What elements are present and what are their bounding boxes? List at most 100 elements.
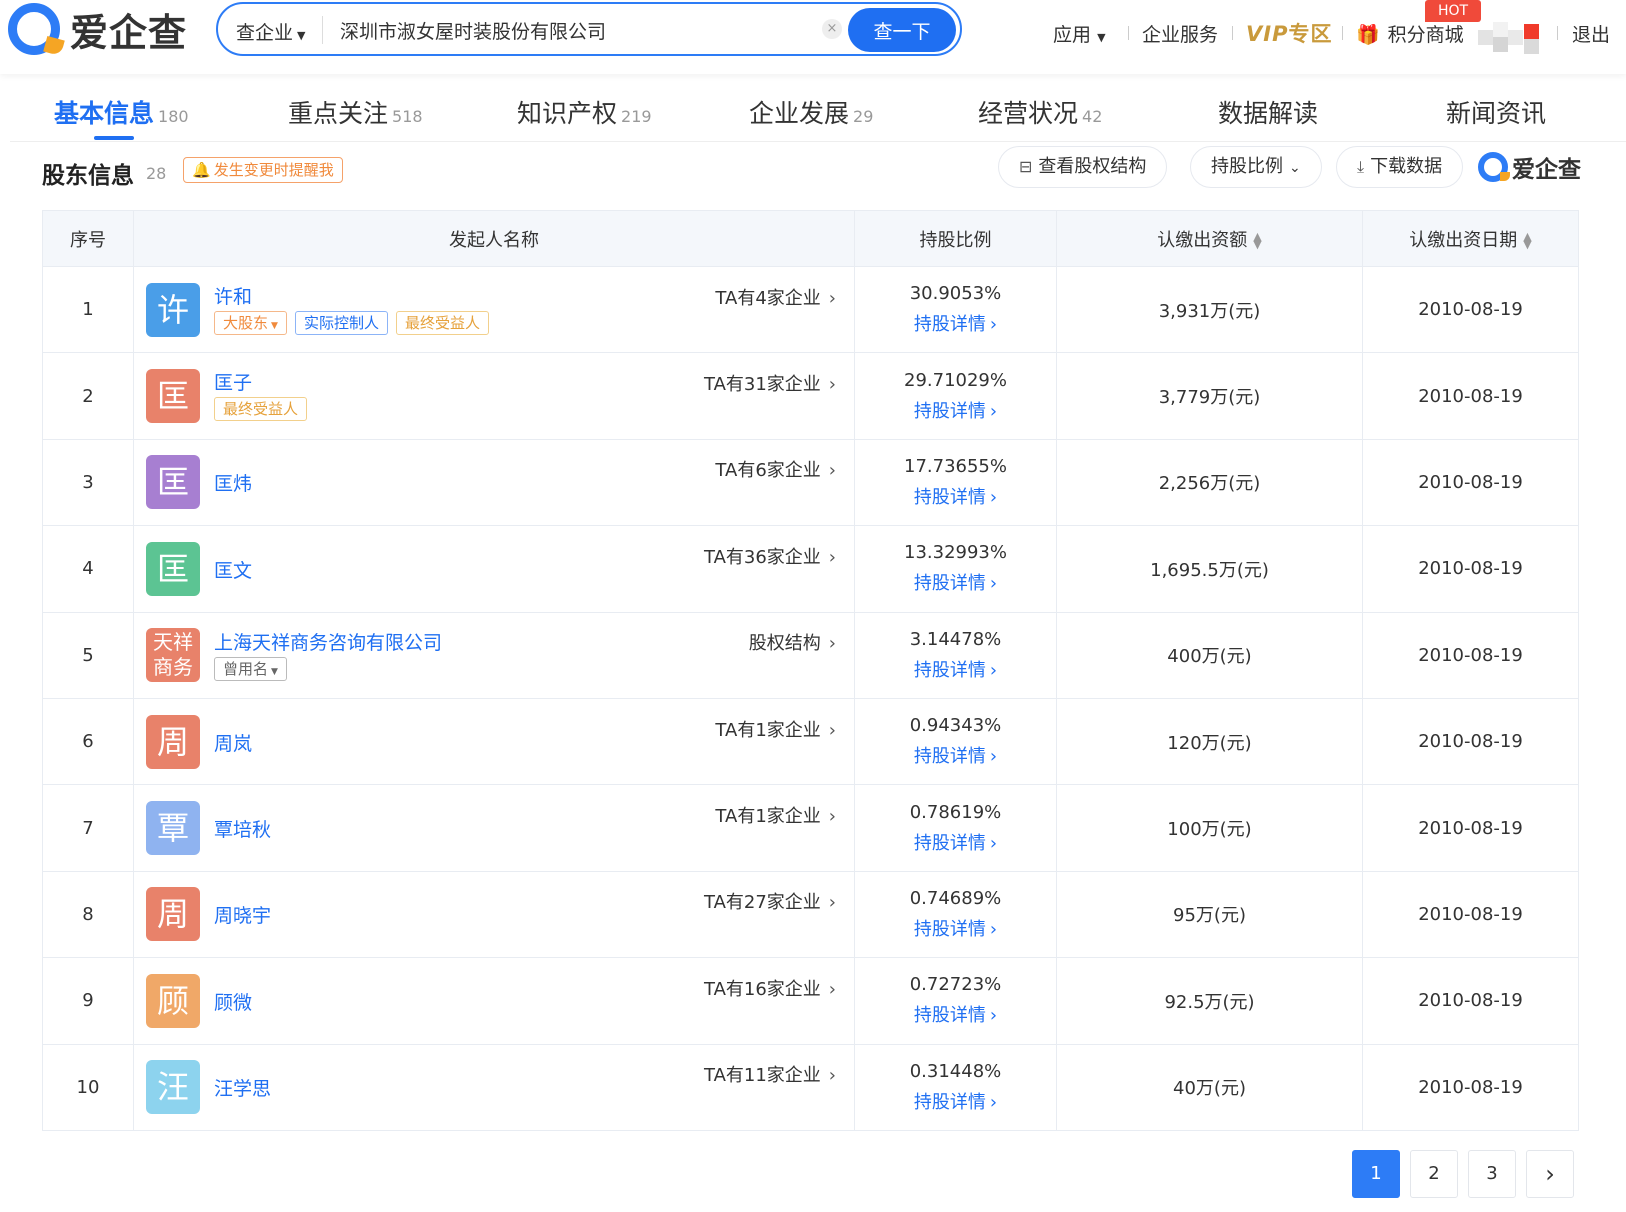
chevron-right-icon: › [828, 1065, 836, 1087]
holding-detail-link[interactable]: 持股详情 › [914, 742, 997, 768]
nav-divider [1342, 26, 1343, 40]
sort-icon[interactable]: ▲ ▼ [1523, 231, 1531, 250]
tab-label: 数据解读 [1218, 99, 1319, 128]
search-button[interactable]: 查一下 [848, 8, 956, 52]
search-input[interactable] [340, 14, 780, 46]
related-label: TA有1家企业 [715, 719, 821, 741]
search-box: 查企业▼ × 查一下 [216, 2, 962, 56]
site-logo[interactable]: 爱企查 [8, 2, 187, 56]
page-1-button[interactable]: 1 [1352, 1150, 1400, 1198]
clear-icon[interactable]: × [822, 19, 842, 39]
holder-name-link[interactable]: 匡炜 [214, 469, 252, 496]
holder-name-link[interactable]: 上海天祥商务咨询有限公司 [214, 628, 442, 655]
nav-enterprise-service[interactable]: 企业服务 [1142, 20, 1218, 47]
tag-label: 大股东 [223, 314, 269, 332]
holding-detail-link[interactable]: 持股详情 › [914, 310, 997, 336]
holder-name-link[interactable]: 匡文 [214, 556, 252, 583]
detail-label: 持股详情 [913, 400, 986, 422]
tab-development[interactable]: 企业发展 29 [749, 94, 873, 130]
nav-vip-zone[interactable]: VIP专区 [1246, 18, 1332, 48]
holder-name-link[interactable]: 周岚 [214, 729, 252, 756]
nav-apps-label: 应用 [1053, 24, 1092, 46]
holder-tag[interactable]: 曾用名 ▼ [214, 656, 287, 681]
ratio-cell: 30.9053% 持股详情 › [854, 265, 1057, 354]
holder-name-link[interactable]: 周晓宇 [214, 901, 271, 928]
related-enterprises-link[interactable]: TA有27家企业 › [704, 888, 836, 914]
sort-icon[interactable]: ▲ ▼ [1253, 231, 1261, 250]
caret-down-icon: ▼ [271, 666, 278, 677]
page-3-button[interactable]: 3 [1468, 1150, 1516, 1198]
user-avatar[interactable] [1478, 22, 1540, 54]
header-amount[interactable]: 认缴出资额 ▲ ▼ [1056, 210, 1363, 267]
holding-detail-link[interactable]: 持股详情 › [914, 483, 997, 509]
tab-basic-info[interactable]: 基本信息 180 [54, 94, 189, 130]
holder-avatar: 许 [146, 282, 200, 337]
row-index: 6 [42, 697, 134, 786]
holder-name-link[interactable]: 许和 [214, 282, 252, 309]
download-data-button[interactable]: ⤓ 下载数据 [1336, 146, 1464, 188]
related-enterprises-link[interactable]: TA有16家企业 › [704, 975, 836, 1001]
table-row: 1 许许和 大股东 ▼ 实际控制人 最终受益人 TA有4家企业 › 30.9053% 持股详情 › 3… [42, 265, 1579, 354]
holding-detail-link[interactable]: 持股详情 › [914, 1001, 997, 1027]
tab-ip[interactable]: 知识产权 219 [517, 94, 652, 130]
chevron-right-icon: › [989, 1091, 998, 1113]
tab-operations[interactable]: 经营状况 42 [978, 94, 1102, 130]
related-enterprises-link[interactable]: 股权结构 › [749, 629, 836, 655]
amount-cell: 92.5万(元) [1056, 957, 1363, 1045]
holder-name-link[interactable]: 汪学思 [214, 1074, 271, 1101]
related-enterprises-link[interactable]: TA有1家企业 › [715, 716, 836, 742]
date-cell: 2010-08-19 [1362, 611, 1579, 699]
date-cell: 2010-08-19 [1362, 265, 1579, 354]
related-enterprises-link[interactable]: TA有1家企业 › [715, 802, 836, 828]
holder-tag[interactable]: 大股东 ▼ [214, 311, 287, 335]
holding-detail-link[interactable]: 持股详情 › [914, 569, 997, 595]
holder-name-link[interactable]: 顾微 [214, 988, 252, 1015]
tab-data-insight[interactable]: 数据解读 [1218, 94, 1318, 130]
logout-link[interactable]: 退出 [1572, 20, 1610, 47]
nav-apps[interactable]: 应用 ▼ [1053, 20, 1106, 47]
change-remind-button[interactable]: 🔔 发生变更时提醒我 [183, 157, 343, 183]
holder-tag: 最终受益人 [214, 397, 308, 422]
view-equity-structure-button[interactable]: ⊟ 查看股权结构 [998, 146, 1168, 188]
row-index: 5 [42, 611, 134, 699]
tab-news[interactable]: 新闻资讯 [1446, 94, 1546, 130]
nav-points-mall[interactable]: 🎁 积分商城 [1356, 20, 1464, 47]
holder-name-link[interactable]: 覃培秋 [214, 815, 271, 842]
nav-divider [1128, 26, 1129, 40]
avatar-text: 匡 [156, 377, 189, 416]
row-index: 9 [42, 957, 134, 1045]
date-cell: 2010-08-19 [1362, 352, 1579, 440]
related-enterprises-link[interactable]: TA有36家企业 › [704, 543, 836, 569]
related-enterprises-link[interactable]: TA有6家企业 › [715, 456, 836, 482]
hot-badge: HOT [1425, 0, 1481, 22]
view-structure-label: 查看股权结构 [1038, 156, 1147, 177]
row-index: 1 [42, 265, 134, 354]
page-2-button[interactable]: 2 [1410, 1150, 1458, 1198]
header-date[interactable]: 认缴出资日期 ▲ ▼ [1362, 210, 1579, 267]
tab-key-focus[interactable]: 重点关注 518 [288, 94, 423, 130]
search-type-dropdown[interactable]: 查企业 ▼ [236, 18, 305, 45]
tab-count: 518 [392, 107, 423, 126]
logo-text: 爱企查 [70, 10, 188, 55]
header-name: 发起人名称 [133, 210, 855, 267]
related-enterprises-link[interactable]: TA有11家企业 › [704, 1061, 836, 1087]
holder-name-link[interactable]: 匡子 [214, 368, 252, 395]
chevron-right-icon: › [989, 573, 998, 595]
holding-detail-link[interactable]: 持股详情 › [914, 656, 997, 682]
holding-detail-link[interactable]: 持股详情 › [914, 915, 997, 941]
related-label: TA有36家企业 [703, 546, 821, 568]
chevron-right-icon: › [828, 719, 836, 741]
table-row: 4 匡匡文 TA有36家企业 › 13.32993% 持股详情 › 1,695.5万(元) 20… [42, 525, 1579, 613]
detail-label: 持股详情 [913, 314, 986, 336]
holding-detail-link[interactable]: 持股详情 › [914, 397, 997, 423]
holder-avatar: 天祥 商务 [146, 628, 200, 683]
ratio-filter-dropdown[interactable]: 持股比例 ⌄ [1190, 146, 1322, 188]
next-page-button[interactable]: › [1526, 1150, 1574, 1198]
row-index: 10 [42, 1043, 134, 1131]
holding-detail-link[interactable]: 持股详情 › [914, 1088, 997, 1114]
tag-row: 最终受益人 [214, 397, 315, 422]
table-body: 1 许许和 大股东 ▼ 实际控制人 最终受益人 TA有4家企业 › 30.9053% 持股详情 › 3… [42, 265, 1579, 1131]
related-enterprises-link[interactable]: TA有31家企业 › [704, 370, 836, 396]
related-enterprises-link[interactable]: TA有4家企业 › [715, 284, 836, 310]
holding-detail-link[interactable]: 持股详情 › [914, 829, 997, 855]
